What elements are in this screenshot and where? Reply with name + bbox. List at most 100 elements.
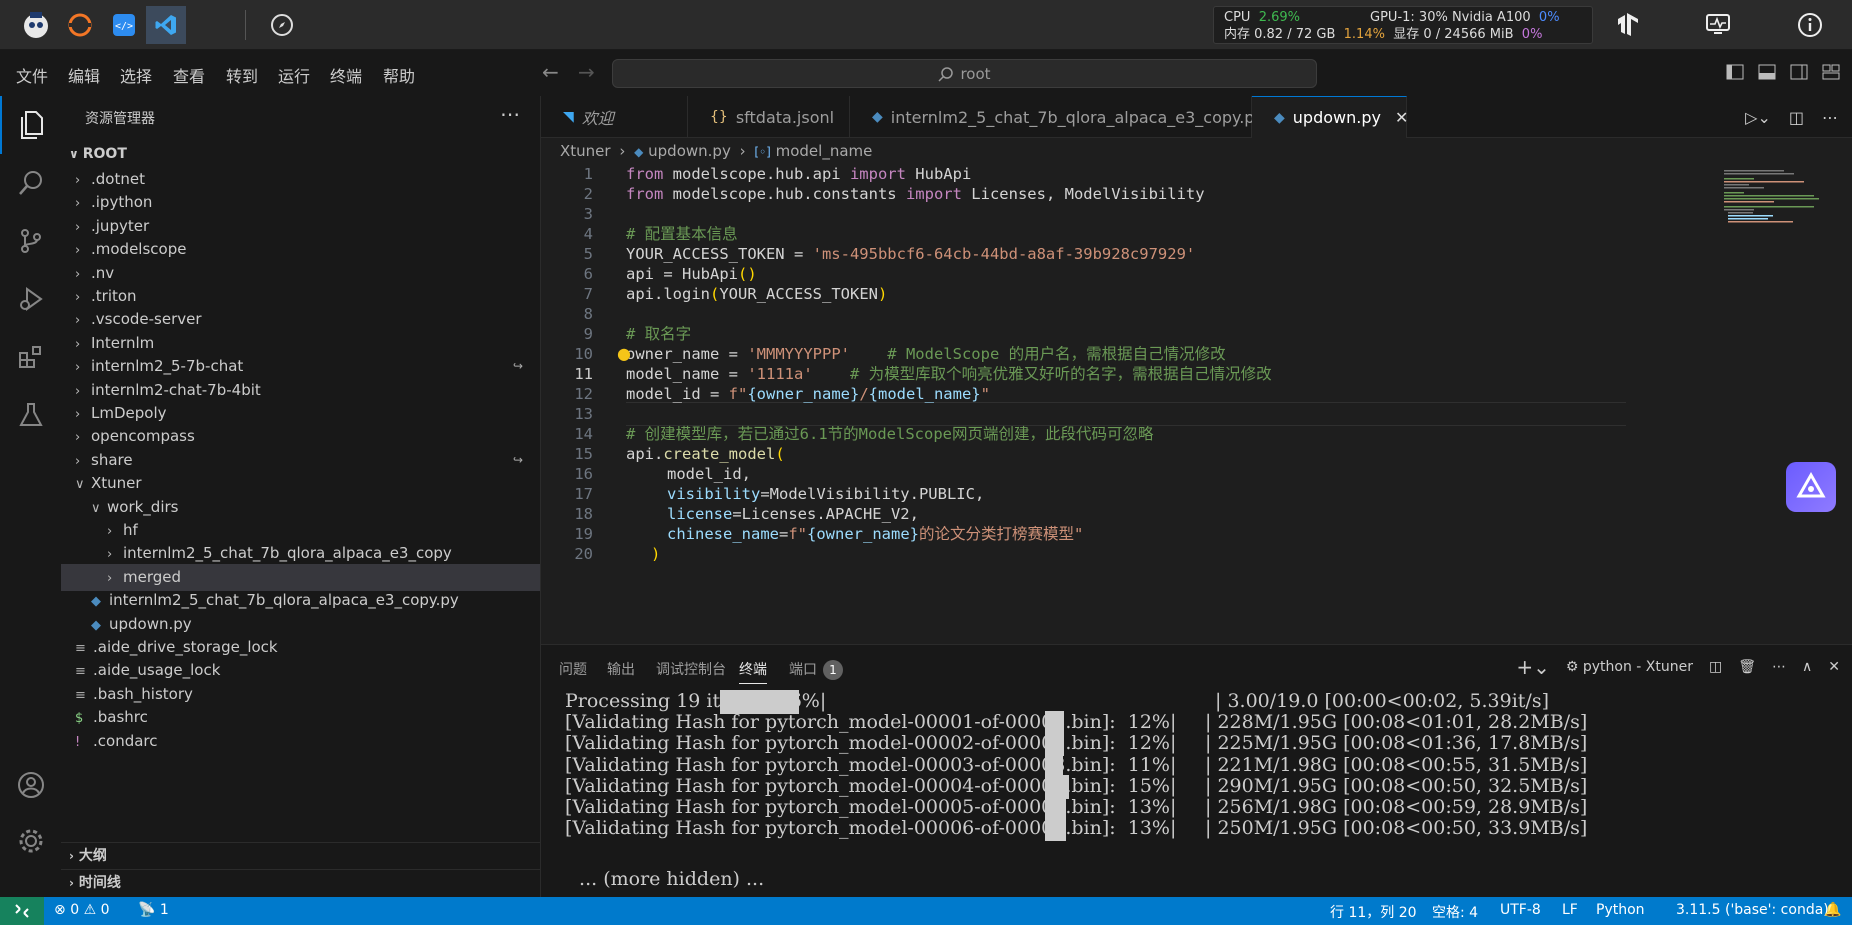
tree-item-label: .triton (91, 287, 137, 305)
trash-icon[interactable]: 🗑 (1738, 659, 1756, 675)
tree-item-label: .modelscope (91, 240, 187, 259)
code-editor[interactable]: 1 from modelscope.hub.api import HubApi 2… (541, 162, 1721, 642)
terminal-line-left: [Validating Hash for pytorch_model-00006… (565, 817, 1177, 840)
cpu-value: 2.69% (1258, 10, 1301, 25)
breadcrumb-file[interactable]: updown.py (648, 142, 731, 160)
gpu-value: 0% (1538, 10, 1560, 25)
tab-config-py[interactable]: ◆ internlm2_5_chat_7b_qlora_alpaca_e3_cop… (850, 96, 1264, 138)
menu-selection[interactable]: 选择 (120, 63, 152, 87)
tree-item-label: .aide_usage_lock (93, 661, 221, 680)
toggle-secondary-sidebar-icon[interactable] (1790, 64, 1808, 80)
testing-flask-icon[interactable] (0, 386, 61, 444)
new-terminal-icon[interactable]: +⌄ (1516, 655, 1550, 679)
terminal-more-hidden: ... (more hidden) ... (573, 868, 765, 890)
ports-badge: 1 (823, 660, 843, 680)
toggle-panel-icon[interactable] (1758, 64, 1776, 80)
remote-indicator-icon[interactable] (0, 897, 44, 925)
language-mode[interactable]: Python (1596, 902, 1645, 918)
cpu-label: CPU (1224, 10, 1251, 25)
encoding[interactable]: UTF-8 (1500, 902, 1541, 918)
back-arrow-icon[interactable]: ← (542, 60, 559, 84)
ai-assistant-icon[interactable] (1786, 462, 1836, 512)
tree-item-label: internlm2_5_chat_7b_qlora_alpaca_e3_copy (123, 544, 452, 563)
extensions-icon[interactable] (0, 328, 61, 386)
tensorflow-icon[interactable] (1608, 6, 1648, 44)
tree-item-label: .bash_history (93, 684, 193, 703)
menu-file[interactable]: 文件 (16, 63, 48, 87)
command-center-search[interactable]: root (612, 59, 1317, 88)
timeline-section[interactable]: › 时间线 (61, 869, 540, 896)
info-icon[interactable] (1790, 6, 1830, 44)
minimap[interactable] (1720, 162, 1852, 642)
ports-count: 1 (159, 902, 169, 918)
json-icon: {} (710, 109, 728, 125)
lightbulb-icon[interactable]: ● (617, 344, 631, 363)
tab-welcome[interactable]: ◥ 欢迎 (541, 96, 688, 138)
menu-view[interactable]: 查看 (173, 63, 205, 87)
tab-problems[interactable]: 问题 (559, 659, 587, 679)
search-view-icon[interactable] (0, 154, 61, 212)
app-logo-icon[interactable] (16, 6, 56, 44)
explorer-icon[interactable] (0, 96, 61, 154)
split-editor-icon[interactable]: ◫ (1789, 108, 1804, 127)
terminal-line-right: | 250M/1.95G [00:08<00:50, 33.9MB/s] (1205, 817, 1588, 840)
monitor-icon[interactable] (1698, 6, 1738, 44)
run-debug-icon[interactable] (0, 270, 61, 328)
chevron-right-icon: › (69, 849, 74, 863)
menu-help[interactable]: 帮助 (383, 63, 415, 87)
tab-updown-py[interactable]: ◆ updown.py ✕ (1252, 96, 1408, 138)
terminal-selector[interactable]: ⚙ python - Xtuner (1566, 659, 1693, 675)
account-icon[interactable] (0, 756, 61, 814)
breadcrumb-folder[interactable]: Xtuner (560, 142, 611, 160)
tab-output[interactable]: 输出 (607, 659, 635, 679)
tree-item[interactable]: ! .condarc (61, 728, 540, 755)
more-actions-icon[interactable]: ⋯ (500, 102, 520, 126)
ports-status[interactable]: 📡 1 (138, 902, 169, 918)
split-terminal-icon[interactable]: ◫ (1709, 659, 1722, 675)
breadcrumb-symbol[interactable]: model_name (776, 142, 873, 160)
menu-edit[interactable]: 编辑 (68, 63, 100, 87)
maximize-panel-icon[interactable]: ∧ (1802, 659, 1812, 675)
forward-arrow-icon[interactable]: → (578, 60, 595, 84)
explorer-sidebar: 资源管理器 ⋯ ∨ ROOT › .dotnet › .ipython › .jupyter… (61, 96, 541, 897)
outline-section[interactable]: › 大纲 (61, 842, 540, 869)
activity-bar (0, 96, 61, 897)
tab-debug-console[interactable]: 调试控制台 (656, 659, 726, 679)
code-line: 20) (541, 542, 1721, 566)
more-actions-icon[interactable]: ⋯ (1822, 108, 1838, 127)
python-interpreter[interactable]: 3.11.5 ('base': conda) (1676, 902, 1829, 918)
tree-item-label: internlm2_5_chat_7b_qlora_alpaca_e3_copy… (109, 591, 459, 610)
code-server-icon[interactable]: </> (104, 6, 144, 44)
end-of-line[interactable]: LF (1562, 902, 1578, 918)
compass-icon[interactable] (262, 6, 302, 44)
python-icon: ◆ (872, 109, 883, 125)
root-folder[interactable]: ∨ ROOT (61, 142, 540, 166)
ports-label: 端口 (789, 662, 817, 678)
settings-gear-icon[interactable] (0, 812, 61, 870)
problems-status[interactable]: ⊗ 0 ⚠ 0 (54, 902, 110, 918)
customize-layout-icon[interactable] (1822, 64, 1840, 80)
menu-run[interactable]: 运行 (278, 63, 310, 87)
indentation[interactable]: 空格: 4 (1432, 902, 1478, 922)
breadcrumb: Xtuner › ◆ updown.py › [◦] model_name (560, 142, 873, 160)
more-actions-icon[interactable]: ⋯ (1772, 659, 1786, 675)
source-control-icon[interactable] (0, 212, 61, 270)
menu-go[interactable]: 转到 (226, 63, 258, 87)
editor-tabs: ◥ 欢迎 {} sftdata.jsonl ◆ internlm2_5_chat_7b… (541, 96, 1852, 138)
run-icon[interactable]: ▷⌄ (1745, 108, 1771, 127)
toggle-sidebar-icon[interactable] (1726, 64, 1744, 80)
cursor-position[interactable]: 行 11，列 20 (1330, 902, 1417, 922)
tab-terminal[interactable]: 终端 (739, 659, 767, 684)
line-number: 20 (574, 545, 593, 563)
tree-item-label: Xtuner (91, 474, 142, 493)
tab-ports[interactable]: 端口 1 (789, 659, 843, 680)
broadcast-icon: 📡 (138, 902, 156, 918)
tab-sftdata-jsonl[interactable]: {} sftdata.jsonl (688, 96, 850, 138)
vscode-icon[interactable] (146, 6, 186, 44)
close-icon[interactable]: ✕ (1395, 108, 1408, 127)
close-panel-icon[interactable]: ✕ (1828, 659, 1840, 675)
notifications-bell-icon[interactable]: 🔔 (1824, 902, 1841, 918)
vram-value: 0% (1521, 27, 1543, 42)
menu-terminal[interactable]: 终端 (330, 63, 362, 87)
jupyter-icon[interactable] (60, 6, 100, 44)
